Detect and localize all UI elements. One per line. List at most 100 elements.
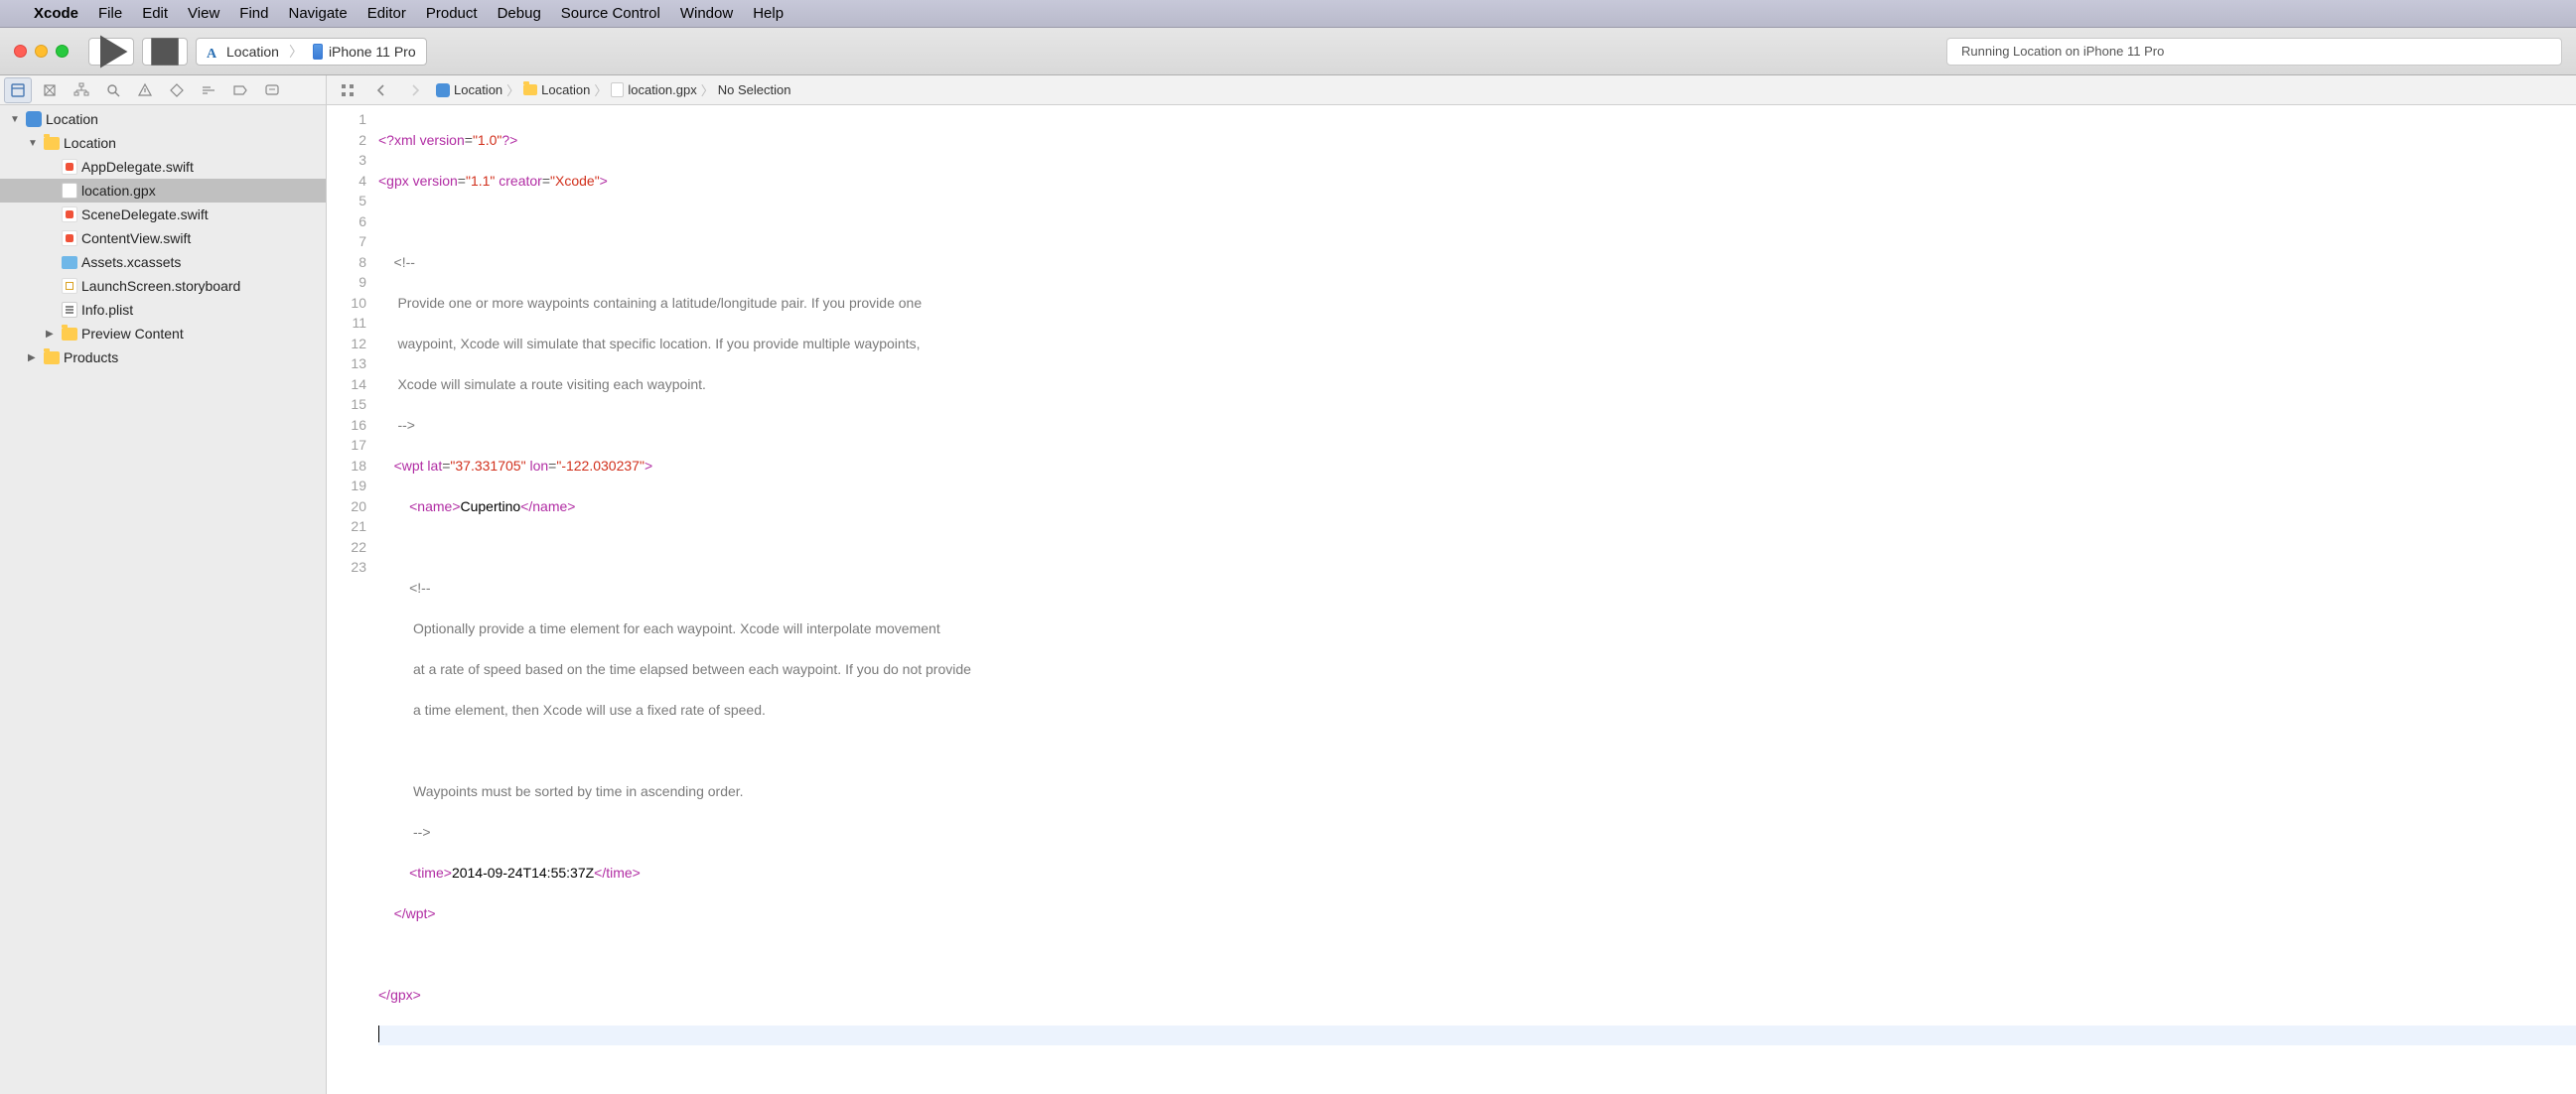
scheme-project-label: Location [226,44,279,60]
scheme-separator: 〉 [289,42,303,62]
file-icon [611,82,624,97]
line-number: 4 [327,171,366,192]
jump-separator-icon: 〉 [506,80,519,99]
navigator-and-jump-bar: Location 〉 Location 〉 location.gpx 〉 No … [0,75,2576,105]
branch-icon [42,82,58,98]
jump-segment-4[interactable]: No Selection [718,82,791,97]
group-label: Preview Content [81,326,184,342]
code-content[interactable]: <?xml version="1.0"?> <gpx version="1.1"… [378,105,2576,1094]
warning-icon [137,82,153,98]
file-row[interactable]: Info.plist [0,298,326,322]
gauge-icon [201,82,216,98]
folder-icon [523,84,537,95]
line-number: 17 [327,435,366,456]
menu-window[interactable]: Window [680,5,733,22]
group-row[interactable]: ▶ Preview Content [0,322,326,345]
disclosure-triangle-icon[interactable]: ▼ [10,114,22,125]
menu-help[interactable]: Help [753,5,784,22]
minimize-icon[interactable] [35,45,48,58]
project-root-row[interactable]: ▼ Location [0,107,326,131]
report-navigator-tab[interactable] [258,77,286,103]
jump-segment-2[interactable]: Location [541,82,590,97]
menu-product[interactable]: Product [426,5,478,22]
menu-find[interactable]: Find [239,5,268,22]
forward-button[interactable] [402,82,428,98]
breakpoint-navigator-tab[interactable] [226,77,254,103]
jump-bar-path[interactable]: Location 〉 Location 〉 location.gpx 〉 No … [436,80,790,99]
code-line: </gpx> [378,985,2576,1006]
line-number: 22 [327,537,366,558]
editor-jump-bar: Location 〉 Location 〉 location.gpx 〉 No … [327,75,2576,104]
folder-tree-icon [10,82,26,98]
code-line: Xcode will simulate a route visiting eac… [378,374,2576,395]
line-number-gutter: 1 2 3 4 5 6 7 8 9 10 11 12 13 14 15 16 1… [327,105,378,1094]
stop-button[interactable] [142,38,188,66]
chevron-left-icon [373,82,389,98]
project-navigator-tab[interactable] [4,77,32,103]
group-label: Products [64,349,118,365]
menu-debug[interactable]: Debug [498,5,541,22]
file-row[interactable]: Assets.xcassets [0,250,326,274]
line-number: 16 [327,415,366,436]
file-row-selected[interactable]: location.gpx [0,179,326,203]
stop-icon [143,30,187,73]
line-number: 20 [327,496,366,517]
menu-source-control[interactable]: Source Control [561,5,660,22]
debug-navigator-tab[interactable] [195,77,222,103]
test-navigator-tab[interactable] [163,77,191,103]
group-row[interactable]: ▼ Location [0,131,326,155]
maximize-icon[interactable] [56,45,69,58]
menu-view[interactable]: View [188,5,219,22]
file-row[interactable]: SceneDelegate.swift [0,203,326,226]
code-line: waypoint, Xcode will simulate that speci… [378,334,2576,354]
source-editor[interactable]: 1 2 3 4 5 6 7 8 9 10 11 12 13 14 15 16 1… [327,105,2576,1094]
project-icon [26,111,42,127]
code-line: a time element, then Xcode will use a fi… [378,700,2576,721]
menu-edit[interactable]: Edit [142,5,168,22]
run-button[interactable] [88,38,134,66]
jump-separator-icon: 〉 [594,80,607,99]
disclosure-triangle-icon[interactable]: ▶ [46,329,58,340]
line-number: 19 [327,476,366,496]
code-line: <!-- [378,578,2576,599]
code-line: <wpt lat="37.331705" lon="-122.030237"> [378,456,2576,477]
menu-editor[interactable]: Editor [367,5,406,22]
menu-navigate[interactable]: Navigate [288,5,347,22]
code-line [378,537,2576,558]
file-row[interactable]: LaunchScreen.storyboard [0,274,326,298]
line-number: 1 [327,109,366,130]
file-row[interactable]: ContentView.swift [0,226,326,250]
code-line: --> [378,822,2576,843]
folder-icon [62,328,77,341]
group-row[interactable]: ▶ Products [0,345,326,369]
code-line: <gpx version="1.1" creator="Xcode"> [378,171,2576,192]
jump-segment-3[interactable]: location.gpx [628,82,696,97]
folder-icon [44,351,60,364]
jump-segment-1[interactable]: Location [454,82,502,97]
search-icon [105,82,121,98]
disclosure-triangle-icon[interactable]: ▼ [28,138,40,149]
line-number: 23 [327,557,366,578]
disclosure-triangle-icon[interactable]: ▶ [28,352,40,363]
code-line: </wpt> [378,903,2576,924]
app-menu[interactable]: Xcode [34,5,78,22]
close-icon[interactable] [14,45,27,58]
device-icon [313,44,323,60]
activity-viewer[interactable]: Running Location on iPhone 11 Pro [1946,38,2562,66]
file-row[interactable]: AppDelegate.swift [0,155,326,179]
scheme-selector[interactable]: Location 〉 iPhone 11 Pro [196,38,427,66]
issue-navigator-tab[interactable] [131,77,159,103]
find-navigator-tab[interactable] [99,77,127,103]
line-number: 8 [327,252,366,273]
code-line: Provide one or more waypoints containing… [378,293,2576,314]
diamond-icon [169,82,185,98]
scheme-device-label: iPhone 11 Pro [329,44,416,60]
source-control-navigator-tab[interactable] [36,77,64,103]
symbol-navigator-tab[interactable] [68,77,95,103]
code-line: --> [378,415,2576,436]
text-cursor [378,1026,379,1042]
menu-file[interactable]: File [98,5,122,22]
back-button[interactable] [368,82,394,98]
code-line: <time>2014-09-24T14:55:37Z</time> [378,863,2576,884]
related-items-button[interactable] [335,82,360,98]
